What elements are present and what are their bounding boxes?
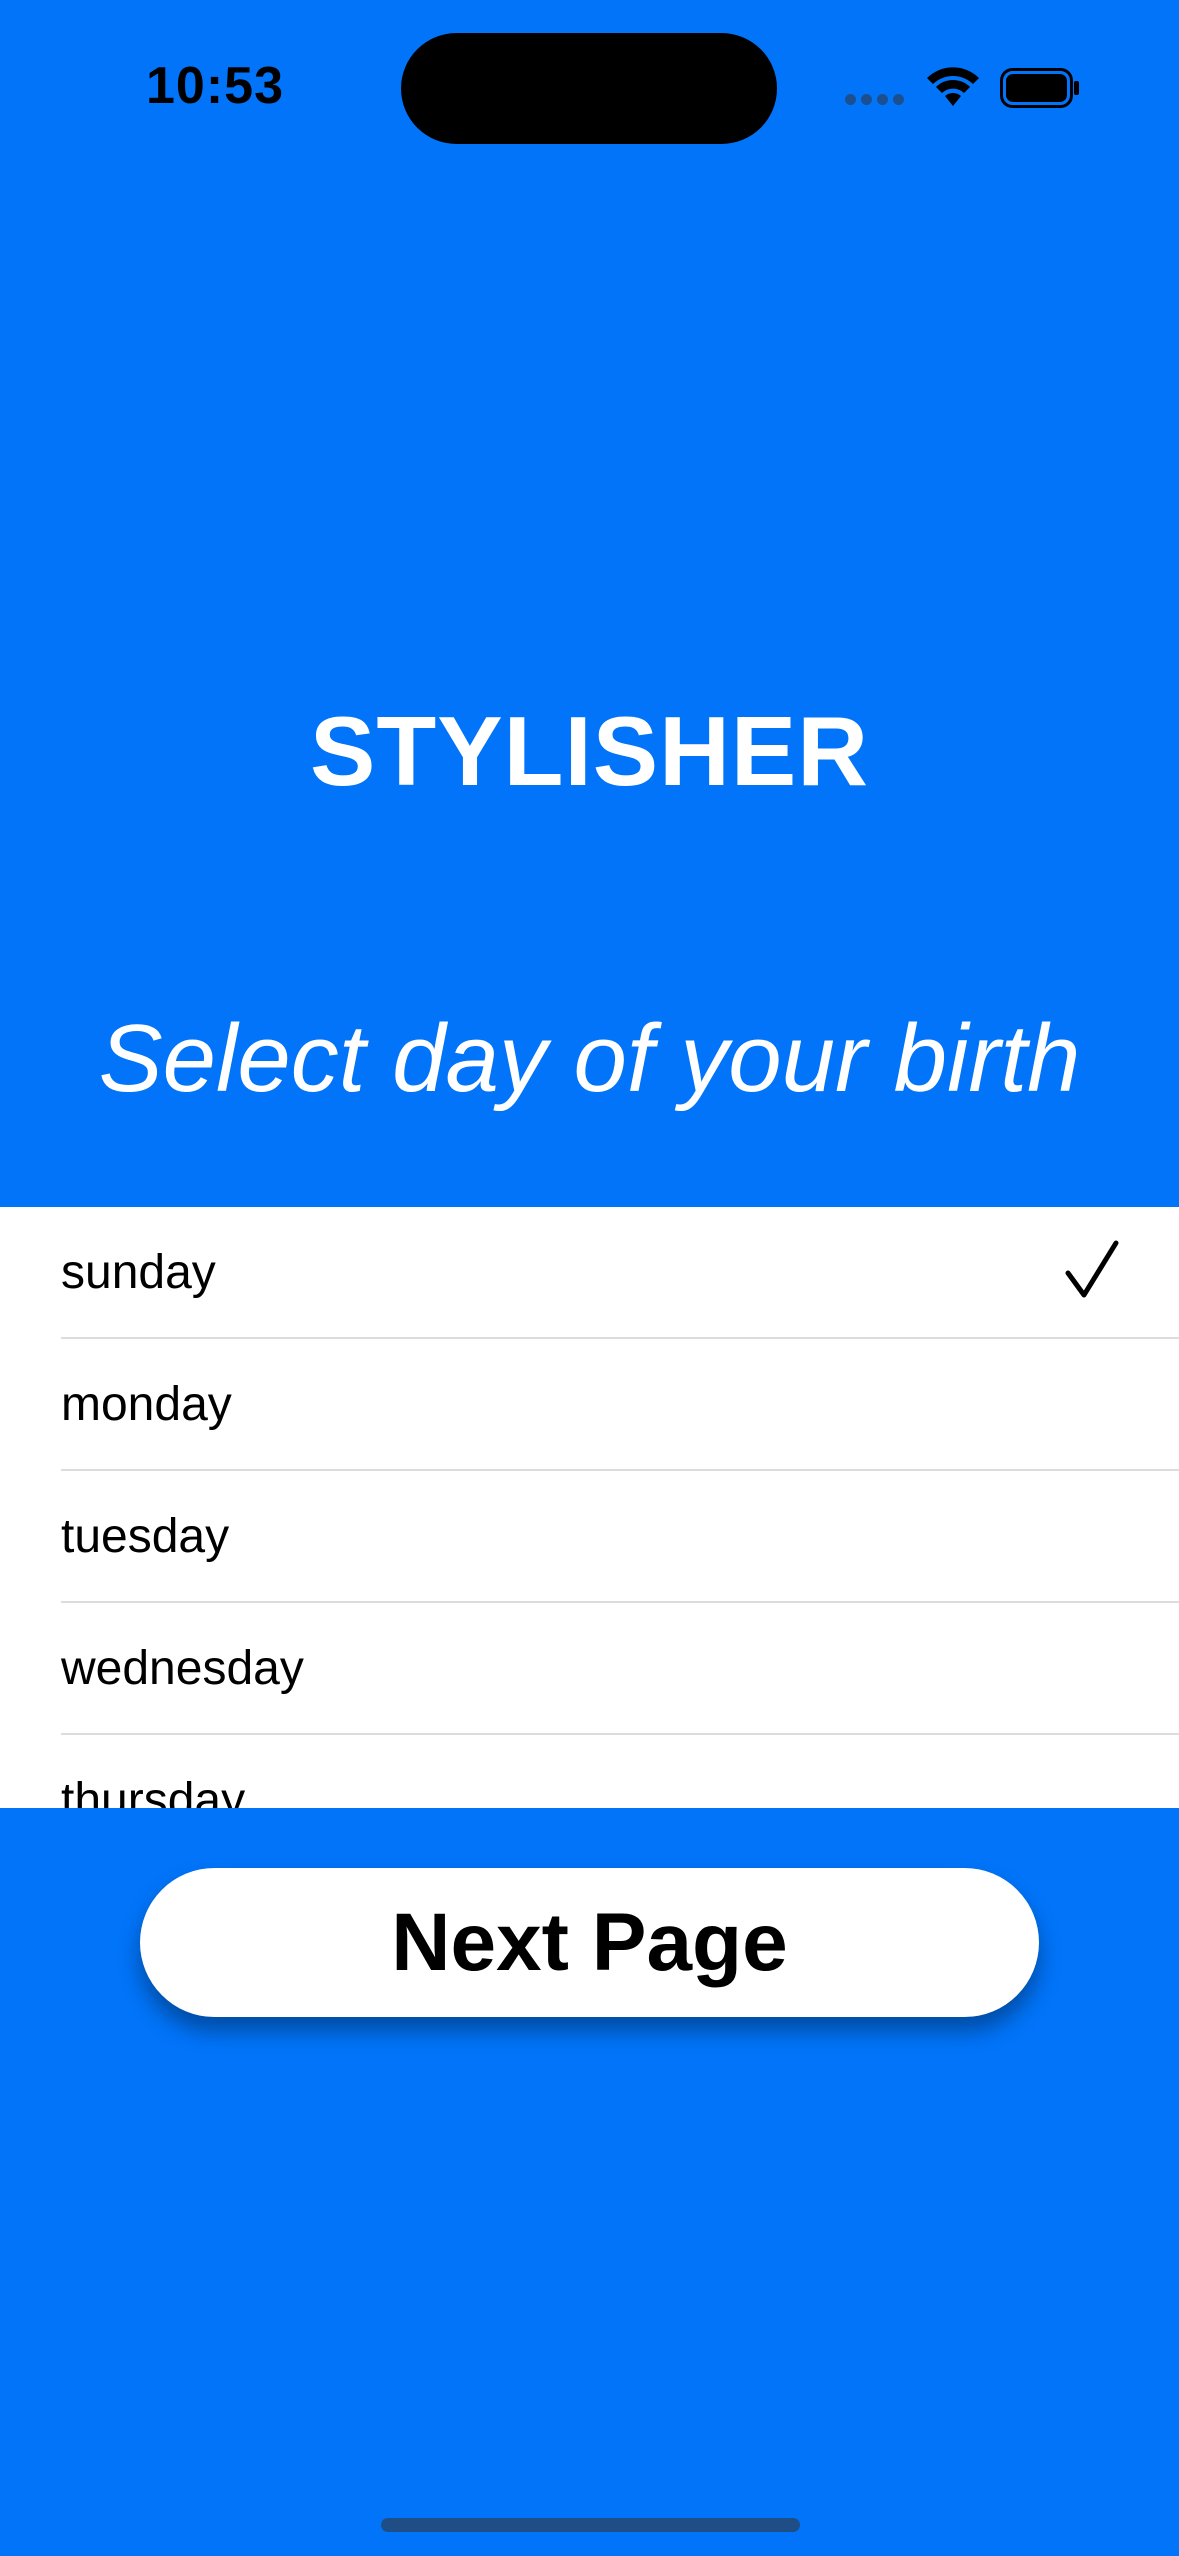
day-list: sunday monday tuesday wednesday thursday xyxy=(0,1207,1179,1808)
list-item-label: wednesday xyxy=(61,1642,304,1695)
status-bar: 10:53 xyxy=(0,0,1179,180)
list-item-sunday[interactable]: sunday xyxy=(0,1207,1179,1339)
checkmark-icon xyxy=(1065,1240,1119,1298)
list-item-label: thursday xyxy=(61,1774,246,1808)
page-subtitle: Select day of your birth xyxy=(98,1005,1081,1112)
list-item-label: tuesday xyxy=(61,1510,230,1563)
list-item-thursday[interactable]: thursday xyxy=(0,1735,1179,1808)
status-time: 10:53 xyxy=(146,57,284,115)
home-indicator[interactable] xyxy=(381,2518,800,2532)
list-item-label: monday xyxy=(61,1378,232,1431)
wifi-icon xyxy=(927,67,979,106)
dynamic-island xyxy=(401,33,777,144)
list-item-label: sunday xyxy=(61,1246,216,1299)
app-title: STYLISHER xyxy=(310,696,869,806)
battery-icon xyxy=(1000,68,1079,108)
next-page-button[interactable]: Next Page xyxy=(140,1868,1039,2017)
list-item-monday[interactable]: monday xyxy=(0,1339,1179,1471)
list-item-wednesday[interactable]: wednesday xyxy=(0,1603,1179,1735)
signal-icon xyxy=(845,94,905,106)
list-item-tuesday[interactable]: tuesday xyxy=(0,1471,1179,1603)
